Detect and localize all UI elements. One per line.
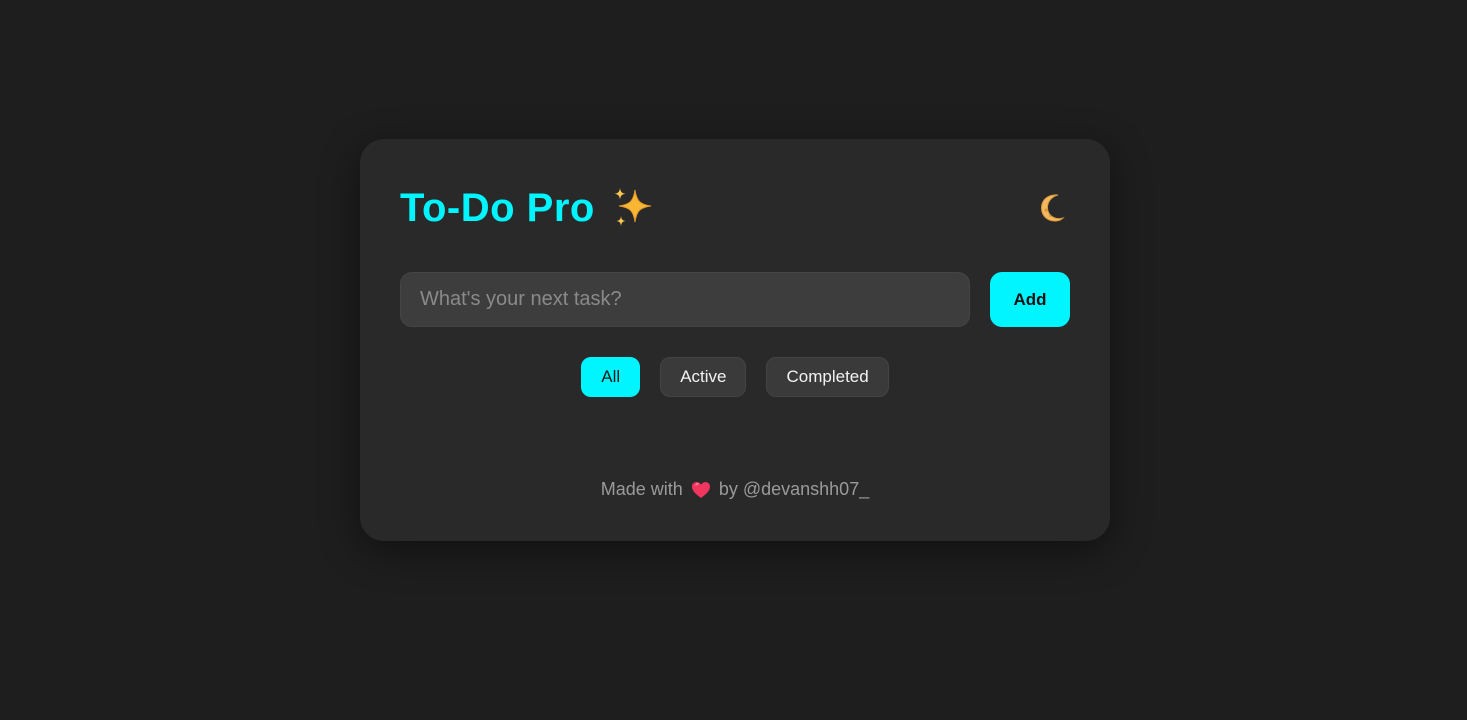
task-input[interactable] [400,272,970,327]
add-task-button[interactable]: Add [990,272,1070,327]
moon-icon [1036,191,1068,226]
app-title: To-Do Pro [400,185,595,230]
filter-completed-button[interactable]: Completed [766,357,889,397]
filter-bar: All Active Completed [360,357,1110,397]
theme-toggle-button[interactable] [1034,190,1070,226]
filter-all-button[interactable]: All [581,357,641,397]
footer-prefix: Made with [600,479,683,499]
footer: Made with by @devanshh07_ [360,479,1110,500]
filter-active-button[interactable]: Active [660,357,747,397]
app-title-group: To-Do Pro [400,186,655,231]
heart-icon [691,480,711,500]
header: To-Do Pro [400,185,1070,231]
task-input-row: Add [400,272,1070,327]
sparkles-icon [611,186,655,230]
todo-card: To-Do Pro Add All Active [360,139,1110,541]
footer-suffix: by @devanshh07_ [718,479,870,499]
